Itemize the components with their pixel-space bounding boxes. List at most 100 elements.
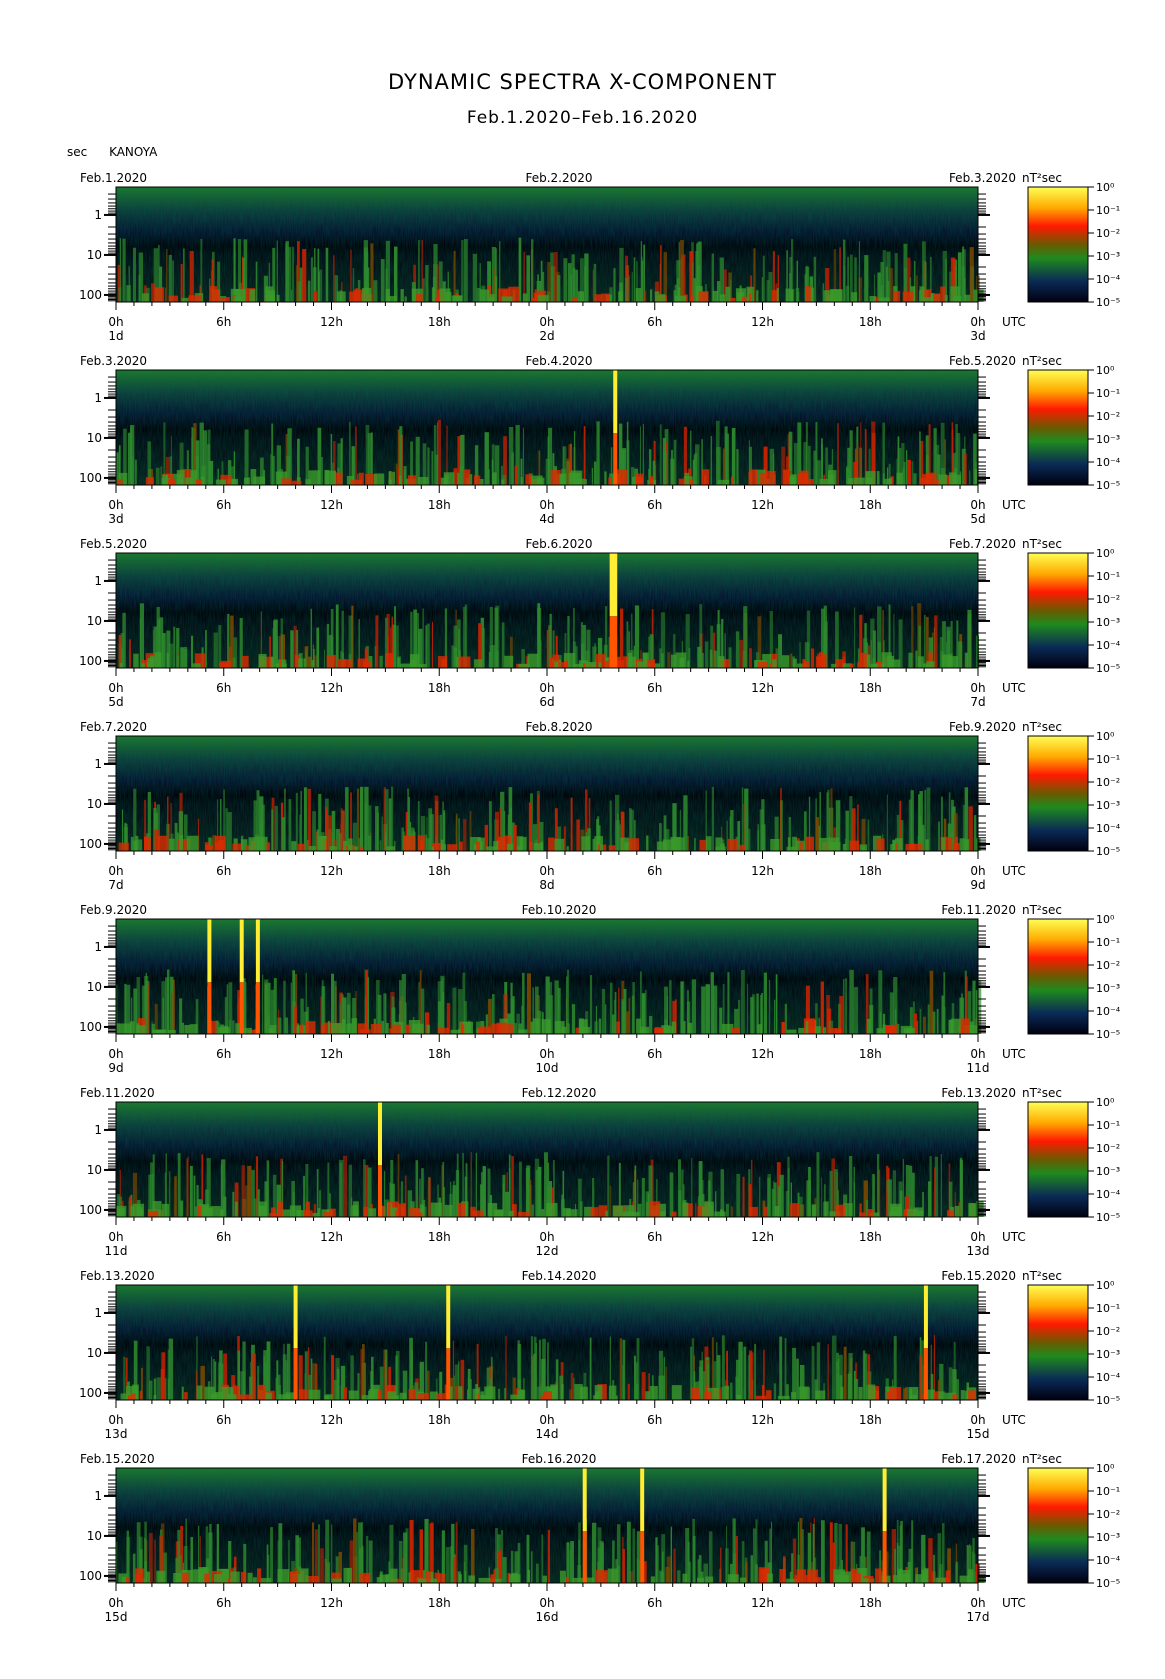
activity-streak bbox=[929, 970, 934, 1034]
x-tick-label: 0h bbox=[970, 1413, 985, 1427]
panel-date-right: Feb.11.2020 bbox=[941, 903, 1016, 917]
activity-band bbox=[650, 1576, 656, 1583]
activity-streak bbox=[213, 632, 218, 668]
activity-band bbox=[220, 660, 231, 668]
colorbar-tick-label: 10⁻⁴ bbox=[1096, 1554, 1121, 1567]
activity-streak bbox=[673, 439, 677, 485]
activity-streak bbox=[537, 794, 540, 851]
day-label-end: 9d bbox=[970, 878, 985, 892]
colorbar-tick-label: 10⁻⁴ bbox=[1096, 1005, 1121, 1018]
activity-streak bbox=[148, 1380, 153, 1400]
activity-band bbox=[329, 846, 337, 851]
activity-streak bbox=[637, 1179, 639, 1217]
x-tick-label: 6h bbox=[216, 498, 231, 512]
activity-streak bbox=[591, 467, 594, 485]
activity-band bbox=[895, 843, 899, 851]
activity-streak bbox=[821, 443, 823, 485]
activity-streak bbox=[537, 1166, 542, 1217]
activity-streak bbox=[535, 1343, 538, 1400]
activity-band bbox=[605, 1210, 608, 1217]
activity-band bbox=[799, 842, 803, 851]
activity-band bbox=[368, 1390, 375, 1400]
activity-streak bbox=[720, 1547, 722, 1583]
activity-streak bbox=[290, 630, 294, 668]
x-tick-label: 18h bbox=[859, 1230, 882, 1244]
activity-band bbox=[964, 652, 968, 668]
activity-band bbox=[411, 659, 415, 668]
colorbar-tick-label: 10⁻¹ bbox=[1096, 570, 1120, 583]
day-label-end: 17d bbox=[967, 1610, 990, 1624]
activity-band bbox=[193, 1569, 201, 1583]
activity-band bbox=[246, 477, 250, 485]
activity-band bbox=[458, 1386, 463, 1400]
panel-date-left: Feb.13.2020 bbox=[80, 1269, 155, 1283]
activity-band bbox=[890, 1206, 902, 1217]
activity-streak bbox=[535, 1563, 539, 1583]
activity-streak bbox=[156, 1377, 161, 1400]
activity-streak bbox=[750, 1555, 754, 1583]
activity-band bbox=[184, 1392, 188, 1400]
activity-streak bbox=[349, 421, 351, 485]
x-tick-label: 0h bbox=[108, 315, 123, 329]
activity-streak bbox=[379, 655, 383, 668]
activity-band bbox=[470, 1206, 476, 1217]
x-tick-label: 0h bbox=[539, 315, 554, 329]
activity-band bbox=[299, 1024, 304, 1034]
activity-band bbox=[292, 480, 302, 485]
activity-streak bbox=[691, 979, 697, 1034]
colorbar-tick-label: 10⁰ bbox=[1096, 1096, 1115, 1109]
activity-streak bbox=[853, 1182, 856, 1217]
activity-band bbox=[725, 286, 731, 302]
activity-streak bbox=[921, 1340, 924, 1400]
x-tick-label: 0h bbox=[970, 498, 985, 512]
activity-streak bbox=[470, 1528, 475, 1583]
activity-band bbox=[297, 843, 305, 851]
activity-streak bbox=[731, 427, 736, 485]
activity-streak bbox=[200, 238, 203, 302]
activity-band bbox=[765, 470, 776, 485]
activity-streak bbox=[137, 839, 143, 851]
activity-streak bbox=[144, 1538, 147, 1583]
activity-streak bbox=[609, 800, 612, 851]
activity-band bbox=[385, 1022, 389, 1034]
activity-band bbox=[774, 1206, 780, 1217]
colorbar-tick-label: 10⁰ bbox=[1096, 181, 1115, 194]
activity-band bbox=[649, 1386, 658, 1400]
activity-streak bbox=[643, 290, 647, 302]
activity-band bbox=[554, 661, 559, 668]
activity-band bbox=[440, 477, 447, 485]
activity-streak bbox=[161, 633, 166, 668]
activity-streak bbox=[710, 435, 712, 485]
activity-streak bbox=[122, 238, 126, 302]
activity-band bbox=[704, 1201, 714, 1217]
activity-streak bbox=[241, 1165, 245, 1217]
activity-band bbox=[473, 659, 482, 668]
activity-streak bbox=[680, 240, 684, 302]
activity-streak bbox=[230, 615, 234, 668]
activity-streak bbox=[290, 982, 292, 1034]
x-tick-label: 12h bbox=[320, 1413, 343, 1427]
activity-streak bbox=[173, 626, 176, 668]
activity-band bbox=[308, 1389, 321, 1400]
activity-band bbox=[893, 290, 901, 302]
activity-streak bbox=[865, 1384, 868, 1400]
activity-band bbox=[718, 656, 725, 668]
activity-band bbox=[627, 652, 633, 668]
day-label-mid: 14d bbox=[536, 1427, 559, 1441]
activity-band bbox=[450, 1029, 460, 1034]
colorbar-tick-label: 10⁰ bbox=[1096, 1462, 1115, 1475]
event-spike bbox=[446, 1285, 451, 1349]
activity-band bbox=[781, 655, 790, 668]
activity-streak bbox=[498, 1388, 501, 1400]
activity-band bbox=[964, 294, 971, 302]
activity-band bbox=[563, 1208, 571, 1217]
activity-streak bbox=[761, 799, 765, 851]
activity-band bbox=[270, 1024, 277, 1034]
activity-streak bbox=[829, 1170, 833, 1217]
activity-band bbox=[590, 1207, 599, 1217]
activity-streak bbox=[242, 1341, 246, 1400]
activity-band bbox=[475, 1384, 479, 1400]
activity-streak bbox=[907, 459, 911, 485]
activity-band bbox=[247, 1572, 253, 1583]
activity-streak bbox=[342, 1155, 348, 1217]
